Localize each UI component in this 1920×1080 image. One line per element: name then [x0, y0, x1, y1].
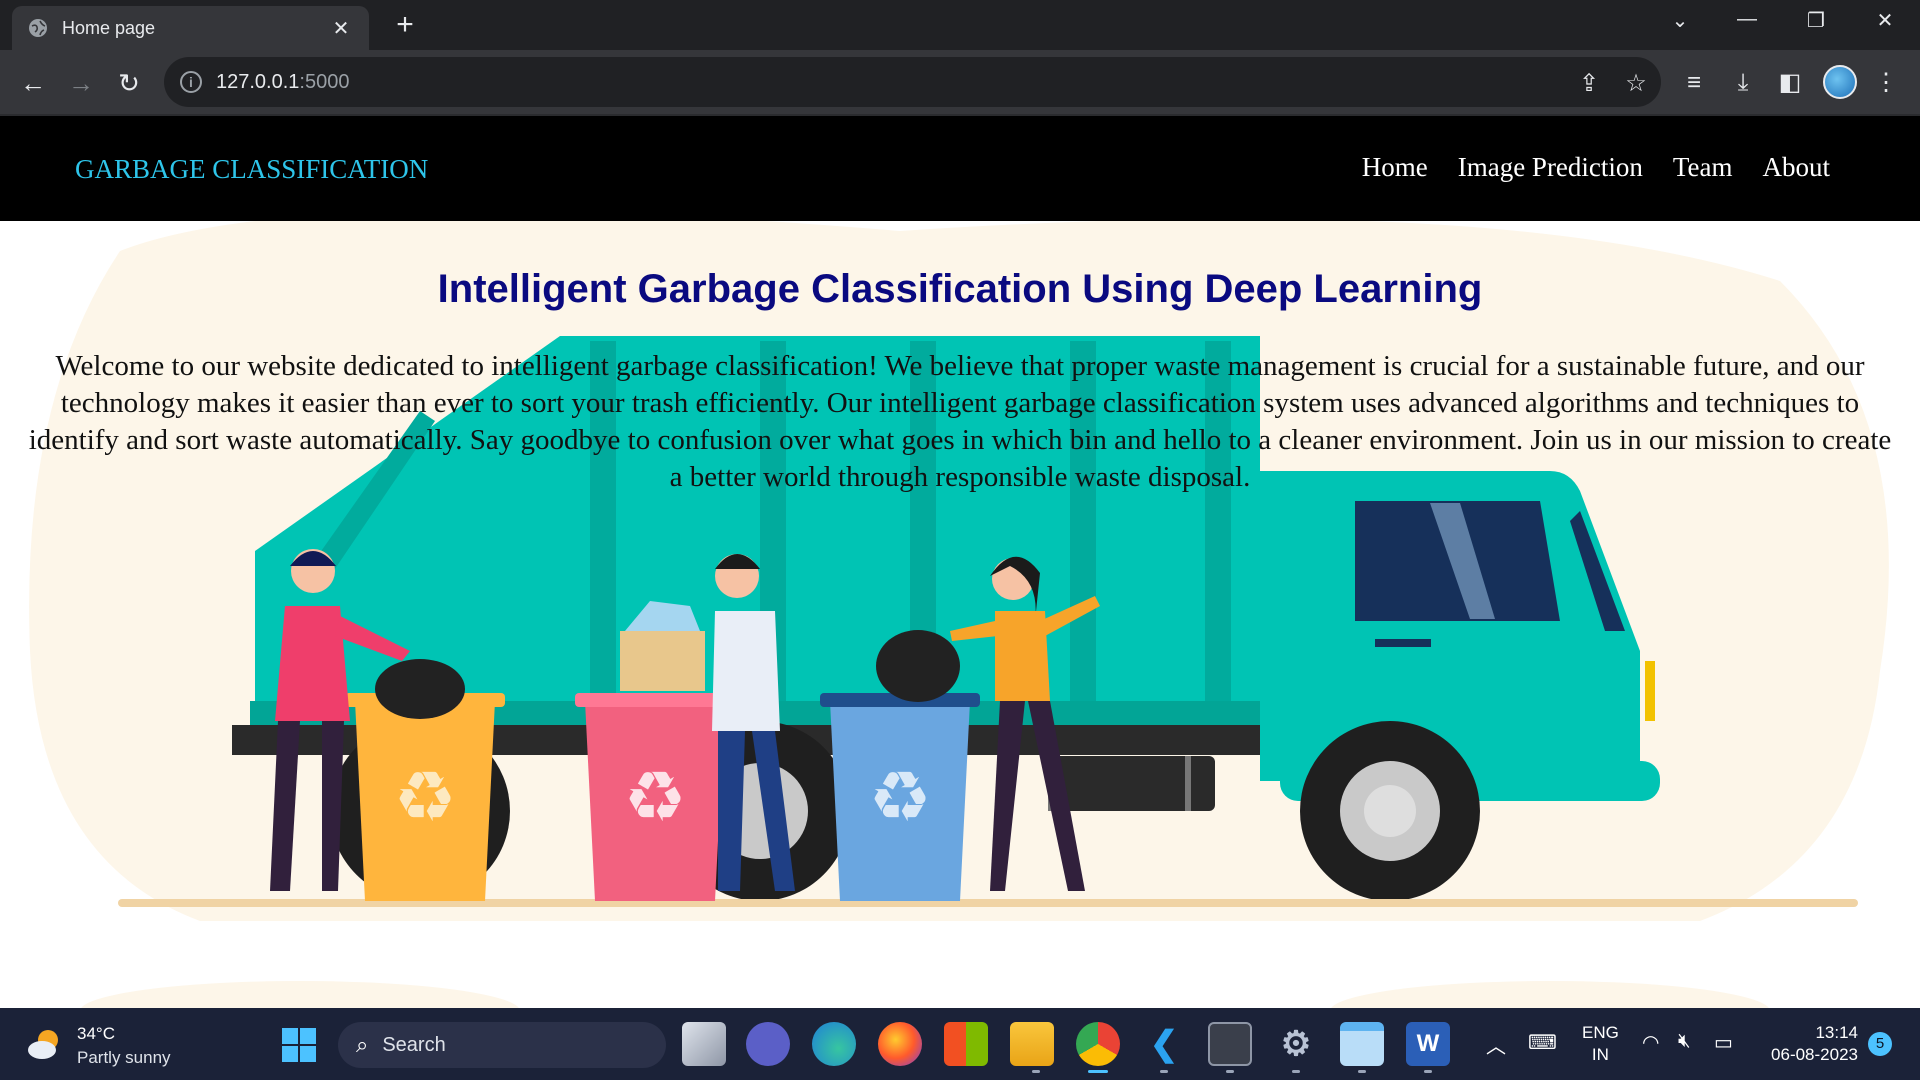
bookmark-star-icon[interactable]: ☆ — [1621, 69, 1651, 98]
menu-dots-icon[interactable]: ⋮ — [1870, 68, 1902, 98]
site-info-icon[interactable]: i — [180, 71, 202, 93]
notification-badge[interactable]: 5 — [1868, 1032, 1892, 1056]
profile-avatar[interactable] — [1823, 65, 1857, 99]
forward-arrow-icon[interactable]: → — [66, 68, 96, 98]
hero-section: ♻ ♻ ♻ Intelligent Garbage Classification… — [0, 221, 1920, 1008]
language-indicator[interactable]: ENG IN — [1582, 1022, 1619, 1066]
firefox-icon[interactable] — [878, 1022, 922, 1066]
download-icon[interactable]: ⤓ — [1727, 68, 1759, 98]
tab-title: Home page — [62, 17, 156, 38]
nav-links: Home Image Prediction Team About — [1362, 152, 1830, 183]
wifi-icon[interactable]: ◠ — [1642, 1030, 1659, 1055]
windows-taskbar: 34°C Partly sunny ⌕ Search ❮ ⚙ W ︿ ⌨ ENG… — [0, 1008, 1920, 1080]
active-indicator — [1088, 1070, 1108, 1073]
site-brand[interactable]: GARBAGE CLASSIFICATION — [75, 154, 428, 185]
taskbar-search[interactable]: ⌕ Search — [338, 1022, 666, 1068]
terminal-icon[interactable] — [1208, 1022, 1252, 1066]
side-panel-icon[interactable]: ◧ — [1774, 68, 1806, 98]
microsoft-store-icon[interactable] — [944, 1022, 988, 1066]
media-queue-icon[interactable]: ≡ — [1678, 68, 1710, 98]
weather-condition[interactable]: Partly sunny — [77, 1048, 171, 1068]
file-explorer-icon[interactable] — [1010, 1022, 1054, 1066]
word-icon[interactable]: W — [1406, 1022, 1450, 1066]
partly-sunny-icon[interactable] — [26, 1024, 66, 1064]
address-bar[interactable]: i 127.0.0.1:5000 ⇪ ☆ — [164, 57, 1661, 107]
running-indicator — [1292, 1070, 1300, 1073]
chrome-icon[interactable] — [1076, 1022, 1120, 1066]
url-host: 127.0.0.1 — [216, 70, 300, 93]
running-indicator — [1226, 1070, 1234, 1073]
language-code: ENG — [1582, 1023, 1619, 1042]
running-indicator — [1424, 1070, 1432, 1073]
edge-icon[interactable] — [812, 1022, 856, 1066]
browser-tab-strip: Home page ✕ + ⌄ — ❐ ✕ — [0, 0, 1920, 50]
show-hidden-icons-icon[interactable]: ︿ — [1486, 1030, 1506, 1059]
battery-icon[interactable]: ▭ — [1714, 1030, 1733, 1055]
nav-image-prediction[interactable]: Image Prediction — [1458, 152, 1643, 183]
garbage-truck-illustration: ♻ ♻ ♻ — [29, 221, 1889, 1008]
svg-text:♻: ♻ — [624, 756, 687, 838]
reload-icon[interactable]: ↻ — [114, 68, 144, 98]
svg-text:♻: ♻ — [869, 756, 932, 838]
volume-muted-icon[interactable]: 🔇︎ — [1678, 1030, 1691, 1053]
minimize-icon[interactable]: — — [1727, 8, 1767, 31]
back-arrow-icon[interactable]: ← — [18, 68, 48, 98]
notepad-icon[interactable] — [1340, 1022, 1384, 1066]
vscode-icon[interactable]: ❮ — [1142, 1022, 1186, 1066]
share-icon[interactable]: ⇪ — [1574, 69, 1604, 98]
intro-paragraph: Welcome to our website dedicated to inte… — [28, 350, 1892, 493]
browser-tab[interactable]: Home page ✕ — [12, 6, 369, 50]
url-port: :5000 — [299, 70, 350, 93]
windows-start-icon[interactable] — [282, 1028, 316, 1062]
running-indicator — [1358, 1070, 1366, 1073]
clock-date: 06-08-2023 — [1771, 1045, 1858, 1064]
system-clock[interactable]: 13:14 06-08-2023 — [1762, 1022, 1858, 1066]
settings-gear-icon[interactable]: ⚙ — [1274, 1022, 1318, 1066]
running-indicator — [1032, 1070, 1040, 1073]
tab-search-icon[interactable]: ⌄ — [1660, 8, 1700, 33]
search-label: Search — [382, 1033, 446, 1056]
keyboard-icon[interactable]: ⌨ — [1528, 1030, 1557, 1055]
close-window-icon[interactable]: ✕ — [1865, 8, 1905, 33]
weather-temperature[interactable]: 34°C — [77, 1024, 115, 1044]
region-code: IN — [1591, 1045, 1609, 1064]
globe-icon — [29, 19, 47, 37]
svg-text:♻: ♻ — [394, 756, 457, 838]
search-icon: ⌕ — [356, 1032, 369, 1057]
page-title: Intelligent Garbage Classification Using… — [437, 267, 1483, 311]
restore-icon[interactable]: ❐ — [1796, 8, 1836, 33]
running-indicator — [1160, 1070, 1168, 1073]
task-view-icon[interactable] — [682, 1022, 726, 1066]
nav-home[interactable]: Home — [1362, 152, 1428, 183]
teams-meet-icon[interactable] — [746, 1022, 790, 1066]
new-tab-button[interactable]: + — [390, 10, 420, 40]
clock-time: 13:14 — [1815, 1023, 1858, 1042]
browser-toolbar: ← → ↻ i 127.0.0.1:5000 ⇪ ☆ ≡ ⤓ ◧ ⋮ — [0, 50, 1920, 116]
site-navbar: GARBAGE CLASSIFICATION Home Image Predic… — [0, 116, 1920, 221]
nav-about[interactable]: About — [1763, 152, 1831, 183]
nav-team[interactable]: Team — [1673, 152, 1733, 183]
tab-close-icon[interactable]: ✕ — [329, 16, 353, 41]
